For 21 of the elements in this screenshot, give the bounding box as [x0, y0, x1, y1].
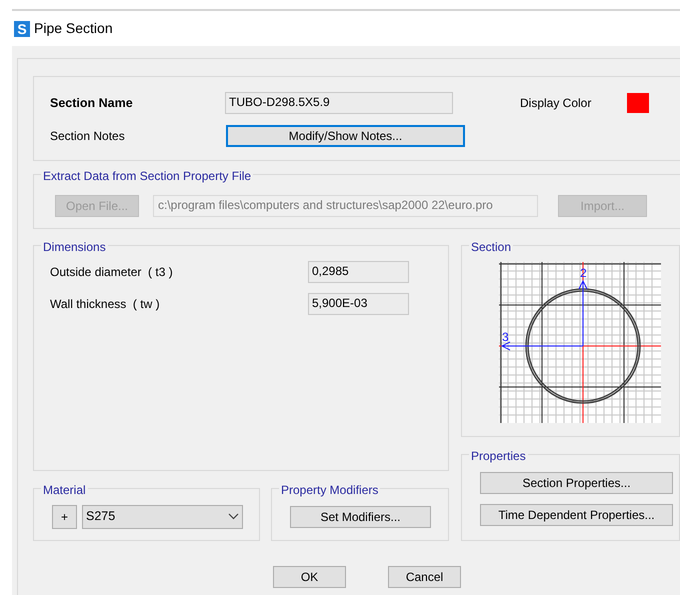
- section-name-field[interactable]: TUBO-D298.5X5.9: [225, 92, 453, 114]
- app-logo-icon: S: [14, 20, 30, 36]
- material-dropdown[interactable]: S275: [82, 504, 243, 528]
- dimension-field[interactable]: 5,900E-03: [308, 293, 409, 315]
- cancel-button[interactable]: Cancel: [388, 566, 461, 588]
- dimension-label: Wall thickness ( tw ): [49, 296, 161, 313]
- modify-notes-button[interactable]: Modify/Show Notes...: [226, 125, 465, 147]
- window-title: Pipe Section: [34, 19, 113, 38]
- chevron-down-icon: [228, 513, 239, 520]
- color-swatch[interactable]: [627, 93, 649, 113]
- path-field[interactable]: c:\program files\computers and structures\sap2000 22\euro.pro: [153, 194, 538, 216]
- set-modifiers-button[interactable]: Set Modifiers...: [290, 506, 431, 528]
- time-dependent-properties-button[interactable]: Time Dependent Properties...: [480, 504, 673, 526]
- section-name-label: Section Name: [49, 94, 134, 112]
- display-color-label: Display Color: [520, 95, 592, 112]
- ok-button[interactable]: OK: [273, 566, 346, 588]
- add-material-button[interactable]: +: [52, 504, 77, 528]
- section-notes-label: Section Notes: [49, 128, 126, 145]
- section-properties-button[interactable]: Section Properties...: [480, 472, 673, 494]
- dimension-field[interactable]: 0,2985: [308, 261, 409, 283]
- dimension-label: Outside diameter ( t3 ): [49, 264, 174, 281]
